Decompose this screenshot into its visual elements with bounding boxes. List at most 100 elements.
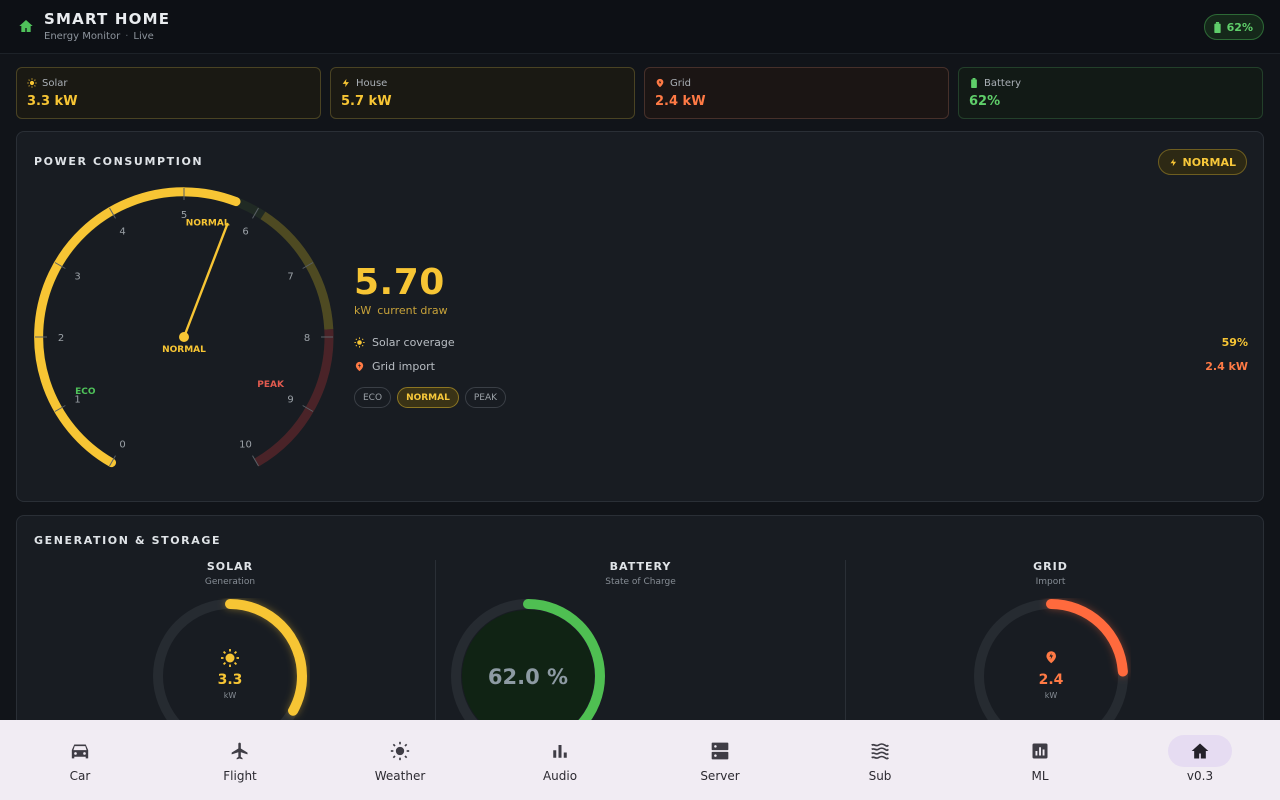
row-label: Solar coverage [372,335,455,349]
grid-pin-icon [355,361,364,371]
nav-item-server[interactable]: Server [640,720,800,800]
gauge-tick-label: 4 [119,227,125,238]
subtitle-text: Energy Monitor [44,31,121,42]
battery-ring-value: 62.0 % [488,665,568,689]
row-value: 59% [1221,335,1248,349]
gauge-hub [179,332,189,342]
column-subtitle: Import [1035,577,1066,587]
grid-pin-icon [1046,651,1056,664]
sun-icon [354,336,365,348]
stat-value: 5.7 kW [341,94,392,109]
column-title: SOLAR [206,560,254,573]
gauge-zone-high [260,211,334,330]
gauge-value-arc [34,187,241,468]
grid-pin-icon [656,78,664,88]
row-label: Grid import [372,359,435,373]
home-icon [1191,743,1209,759]
grid-ring-unit: kW [1045,691,1058,700]
bottom-navigation: Car Flight Weather Audio Server Sub ML v… [0,720,1280,800]
solar-ring-value: 3.3 [218,672,243,688]
mode-chips: ECO NORMAL PEAK [354,387,507,408]
chip-peak[interactable]: PEAK [464,387,507,408]
column-subtitle: State of Charge [605,577,676,587]
column-subtitle: Generation [204,577,256,587]
bar-chart-icon [553,745,567,758]
battery-status-badge[interactable]: 62% [1203,14,1264,40]
solar-ring-unit: kW [224,691,237,700]
waves-icon [871,743,889,760]
nav-label: Audio [542,769,578,783]
bolt-icon [1170,158,1176,166]
solar-coverage-row: Solar coverage 59% [354,334,1248,350]
app-title: SMART HOME [44,10,171,28]
analytics-icon [1032,743,1048,759]
stat-value: 3.3 kW [27,94,78,109]
nav-item-flight[interactable]: Flight [160,720,320,800]
car-icon [71,744,89,759]
gauge-tick-label: 10 [239,440,252,451]
nav-label: Car [69,769,91,783]
stat-value: 62% [969,94,1001,109]
stat-label: Grid [670,77,691,89]
bolt-icon [342,78,349,88]
stat-card-house[interactable]: House 5.7 kW [330,67,635,119]
gauge-tick-label: 7 [287,272,293,283]
stat-value: 2.4 kW [655,94,706,109]
nav-label: Flight [223,769,257,783]
panel-title: GENERATION & STORAGE [34,534,222,547]
gauge-tick-label: 8 [304,333,310,344]
live-status: Live [133,31,154,42]
nav-item-weather[interactable]: Weather [320,720,480,800]
stat-label: House [356,77,388,89]
gauge-zone-label-normal: NORMAL [186,219,230,229]
stat-card-solar[interactable]: Solar 3.3 kW [16,67,321,119]
gauge-tick-label: 9 [287,395,293,406]
battery-icon [1214,21,1221,33]
gauge-needle-label: NORMAL [162,345,206,355]
home-icon [19,20,33,32]
stat-label: Battery [984,77,1022,89]
gauge-tick-label: 0 [119,440,125,451]
current-draw-unit: kW current draw [354,304,448,317]
gauge-tick-label: 2 [58,333,64,344]
gauge-tick-label: 6 [242,227,248,238]
server-icon [711,742,729,760]
nav-item-sub[interactable]: Sub [800,720,960,800]
row-value: 2.4 kW [1205,359,1248,373]
battery-icon [971,78,977,88]
nav-label: ML [1031,769,1049,783]
nav-item-home[interactable]: v0.3 [1120,720,1280,800]
stat-label: Solar [42,77,68,89]
column-title: BATTERY [609,560,672,573]
unit-text: kW [354,304,372,317]
nav-item-ml[interactable]: ML [960,720,1120,800]
sun-icon [390,741,410,761]
app-header: SMART HOME Energy Monitor · Live 62% [0,0,1280,54]
nav-label: Server [700,769,740,783]
nav-label: Sub [868,769,892,783]
separator-dot: · [125,31,129,42]
sun-icon [221,649,239,667]
stat-card-battery[interactable]: Battery 62% [958,67,1263,119]
current-draw-value: 5.70 [354,262,445,303]
airplane-icon [231,742,248,760]
gauge-zone-label-eco: ECO [75,387,96,397]
grid-ring-value: 2.4 [1039,672,1064,688]
unit-label: current draw [377,304,448,317]
nav-label: v0.3 [1186,769,1214,783]
column-title: GRID [1033,560,1068,573]
mode-badge-label: NORMAL [1182,155,1237,169]
power-gauge: 012345678910ECONORMALPEAKNORMAL [34,187,334,468]
gauge-zone-label-peak: PEAK [257,380,285,390]
chip-normal[interactable]: NORMAL [397,387,459,408]
app-subtitle: Energy Monitor · Live [44,31,154,42]
grid-import-row: Grid import 2.4 kW [354,358,1248,374]
chip-eco[interactable]: ECO [354,387,392,408]
power-consumption-panel: POWER CONSUMPTION NORMAL 0 1 2 3 4 5 6 7 8 9 10 ECO… [16,131,1264,502]
stat-card-grid[interactable]: Grid 2.4 kW [644,67,949,119]
mode-badge[interactable]: NORMAL [1157,149,1247,175]
sun-icon [27,78,37,88]
nav-item-audio[interactable]: Audio [480,720,640,800]
nav-label: Weather [374,769,426,783]
nav-item-car[interactable]: Car [0,720,160,800]
